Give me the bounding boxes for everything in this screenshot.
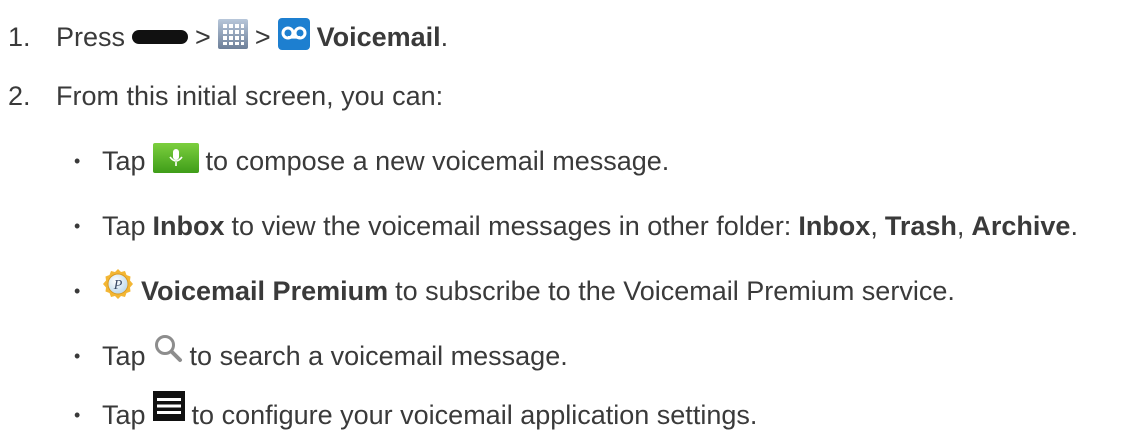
voicemail-label: Voicemail: [316, 21, 441, 52]
menu-icon: [152, 390, 185, 428]
bullet-search: • Tap to search a voicemail message.: [74, 333, 568, 376]
step-1: 1. Press > > Voicemail .: [8, 17, 448, 57]
voicemail-app-icon: [277, 17, 310, 57]
separator: >: [254, 21, 271, 52]
inbox-label: Inbox: [152, 210, 225, 241]
period: .: [1070, 210, 1078, 241]
svg-text:P: P: [113, 278, 123, 293]
folder-inbox: Inbox: [798, 210, 871, 241]
tap-label: Tap: [102, 399, 146, 430]
period: .: [440, 21, 449, 52]
premium-label: Voicemail Premium: [141, 275, 389, 306]
step-text: From this initial screen, you can:: [56, 80, 444, 111]
apps-grid-icon: [217, 18, 248, 56]
bullet-glyph: •: [74, 345, 81, 366]
bullet-text: to view the voicemail messages in other …: [231, 210, 792, 241]
microphone-compose-icon: [152, 142, 199, 180]
step-number: 1.: [8, 21, 31, 52]
home-key-icon: [132, 30, 189, 44]
bullet-text: to compose a new voicemail message.: [205, 145, 670, 176]
bullet-text: to subscribe to the Voicemail Premium se…: [395, 275, 955, 306]
bullet-glyph: •: [74, 404, 81, 425]
search-icon: [153, 333, 183, 370]
tap-label: Tap: [102, 340, 146, 371]
bullet-text: to search a voicemail message.: [189, 340, 568, 371]
comma: ,: [956, 210, 965, 241]
folder-trash: Trash: [884, 210, 957, 241]
folder-archive: Archive: [971, 210, 1071, 241]
bullet-text: to configure your voicemail application …: [191, 399, 758, 430]
bullet-glyph: •: [74, 280, 81, 301]
bullet-premium: • P Voicemail Premium to subscribe to th…: [74, 268, 955, 311]
bullet-compose: • Tap to compose a new voicemail message…: [74, 141, 669, 181]
step-number: 2.: [8, 80, 31, 111]
separator: >: [195, 21, 211, 52]
tap-label: Tap: [102, 210, 146, 241]
bullet-glyph: •: [74, 150, 81, 171]
bullet-inbox: • Tap Inbox to view the voicemail messag…: [74, 206, 1078, 246]
step-2: 2. From this initial screen, you can:: [8, 76, 443, 116]
step-text: Press: [56, 21, 126, 52]
tap-label: Tap: [102, 145, 146, 176]
bullet-menu: • Tap to configure your voicemail applic…: [74, 390, 758, 435]
voicemail-premium-icon: P: [102, 268, 134, 307]
bullet-glyph: •: [74, 215, 81, 236]
comma: ,: [870, 210, 878, 241]
